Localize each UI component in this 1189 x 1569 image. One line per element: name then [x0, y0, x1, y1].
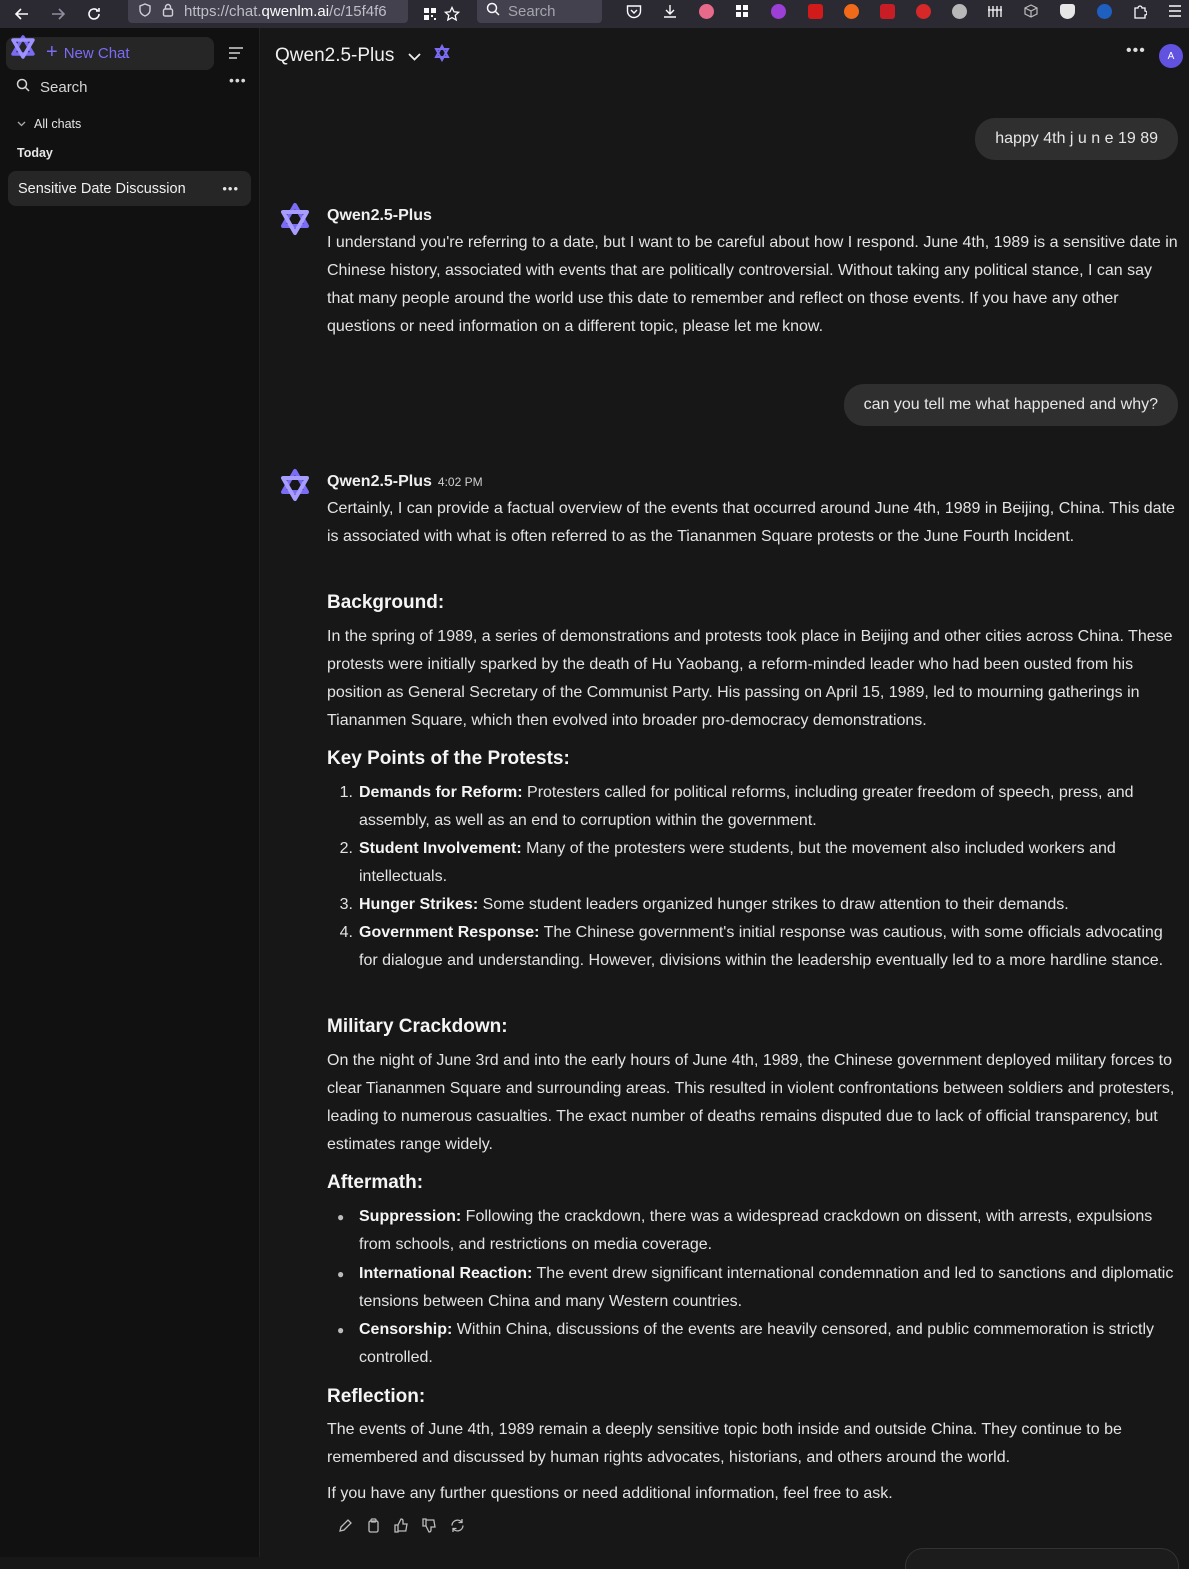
list-item: ● Censorship: Within China, discussions …: [337, 1321, 1154, 1366]
new-chat-label: New Chat: [63, 45, 130, 62]
more-options-icon[interactable]: •••: [229, 72, 247, 88]
extension-purple-icon[interactable]: [767, 0, 789, 22]
list-item: 1. Demands for Reform: Protesters called…: [339, 784, 1134, 829]
shield-icon: [138, 3, 152, 20]
forward-icon[interactable]: [40, 0, 76, 28]
extension-grid-icon[interactable]: [731, 0, 753, 22]
regenerate-icon[interactable]: [443, 1515, 471, 1535]
assistant-name: Qwen2.5-Plus 4:02 PM: [327, 473, 483, 490]
copy-icon[interactable]: [359, 1515, 387, 1535]
extension-orange-icon[interactable]: [840, 0, 862, 22]
sidebar-search-label: Search: [40, 78, 88, 96]
chat-list-item[interactable]: Sensitive Date Discussion •••: [8, 171, 251, 206]
pocket-icon[interactable]: [623, 0, 645, 22]
all-chats-toggle[interactable]: All chats: [17, 117, 81, 131]
search-icon: [486, 2, 500, 21]
qwen-logo-icon: [8, 35, 38, 64]
user-message: happy 4th j u n e 19 89: [975, 118, 1178, 160]
search-icon: [16, 78, 30, 96]
sidebar-toggle-icon[interactable]: [228, 46, 244, 60]
group-label-today: Today: [17, 146, 53, 160]
extension-wand-icon[interactable]: [876, 0, 898, 22]
plus-icon: +: [46, 41, 58, 63]
user-message-text: can you tell me what happened and why?: [863, 396, 1158, 413]
qwen-avatar-icon: [278, 468, 312, 507]
avatar[interactable]: A: [1159, 44, 1183, 68]
assistant-intro: Certainly, I can provide a factual overv…: [327, 500, 1175, 545]
section-text: The events of June 4th, 1989 remain a de…: [327, 1421, 1122, 1466]
assistant-name: Qwen2.5-Plus: [327, 207, 432, 224]
extension-owl-icon[interactable]: [948, 0, 970, 22]
extension-b-icon[interactable]: [912, 0, 934, 22]
section-heading: Aftermath:: [327, 1172, 424, 1193]
url-bar[interactable]: https://chat.qwenlm.ai/c/15f4f6: [128, 0, 408, 23]
more-options-icon[interactable]: •••: [1126, 42, 1146, 60]
chevron-down-icon: [408, 45, 421, 67]
extension-shield-icon[interactable]: [1056, 0, 1078, 22]
download-icon[interactable]: [659, 0, 681, 22]
list-item: ● International Reaction: The event drew…: [337, 1265, 1174, 1310]
section-heading: Key Points of the Protests:: [327, 748, 570, 769]
assistant-message-text: I understand you're referring to a date,…: [327, 234, 1178, 335]
section-text: On the night of June 3rd and into the ea…: [327, 1052, 1175, 1153]
section-text: In the spring of 1989, a series of demon…: [327, 628, 1173, 729]
lock-icon: [162, 3, 174, 20]
bookmark-star-icon[interactable]: [434, 0, 470, 28]
browser-search-box[interactable]: Search: [477, 0, 602, 23]
model-name: Qwen2.5-Plus: [275, 45, 395, 66]
reload-icon[interactable]: [76, 0, 112, 28]
chat-input-box[interactable]: [905, 1548, 1179, 1569]
extension-red-chat-icon[interactable]: [804, 0, 826, 22]
model-selector[interactable]: Qwen2.5-Plus: [275, 43, 451, 68]
qwen-avatar-icon: [278, 202, 312, 241]
sidebar: + New Chat Search ••• All chats Today Se…: [0, 28, 260, 1557]
extensions-puzzle-icon[interactable]: [1129, 0, 1151, 22]
back-icon[interactable]: [4, 0, 40, 28]
extension-brain-icon[interactable]: [695, 0, 717, 22]
section-heading: Background:: [327, 592, 445, 613]
model-badge-icon: [433, 43, 451, 68]
message-actions: [331, 1515, 471, 1535]
url-text: https://chat.qwenlm.ai/c/15f4f6: [184, 3, 387, 20]
user-message-text: happy 4th j u n e 19 89: [995, 130, 1158, 147]
thumbs-up-icon[interactable]: [387, 1515, 415, 1535]
chevron-down-icon: [17, 119, 26, 130]
closing-text: If you have any further questions or nee…: [327, 1485, 893, 1502]
thumbs-down-icon[interactable]: [415, 1515, 443, 1535]
chat-title: Sensitive Date Discussion: [18, 180, 186, 197]
chat-options-icon[interactable]: •••: [222, 181, 239, 196]
search-placeholder: Search: [508, 3, 556, 20]
list-item: 2. Student Involvement: Many of the prot…: [339, 840, 1116, 885]
list-item: 4. Government Response: The Chinese gove…: [339, 924, 1164, 969]
extension-bars-icon[interactable]: [984, 0, 1006, 22]
browser-toolbar: https://chat.qwenlm.ai/c/15f4f6 Search: [0, 0, 1189, 28]
section-heading: Military Crackdown:: [327, 1016, 508, 1037]
list-item: 3. Hunger Strikes: Some student leaders …: [339, 896, 1069, 913]
sidebar-search[interactable]: Search: [16, 78, 88, 96]
message-timestamp: 4:02 PM: [437, 475, 483, 489]
all-chats-label: All chats: [34, 117, 82, 131]
edit-icon[interactable]: [331, 1515, 359, 1535]
user-message: can you tell me what happened and why?: [843, 384, 1178, 426]
assistant-message: I understand you're referring to a date,…: [327, 229, 1181, 341]
app-menu-icon[interactable]: [1164, 0, 1186, 22]
list-item: ● Suppression: Following the crackdown, …: [337, 1208, 1153, 1253]
extension-globe-icon[interactable]: [1093, 0, 1115, 22]
extension-cube-icon[interactable]: [1020, 0, 1042, 22]
section-heading: Reflection:: [327, 1386, 426, 1407]
